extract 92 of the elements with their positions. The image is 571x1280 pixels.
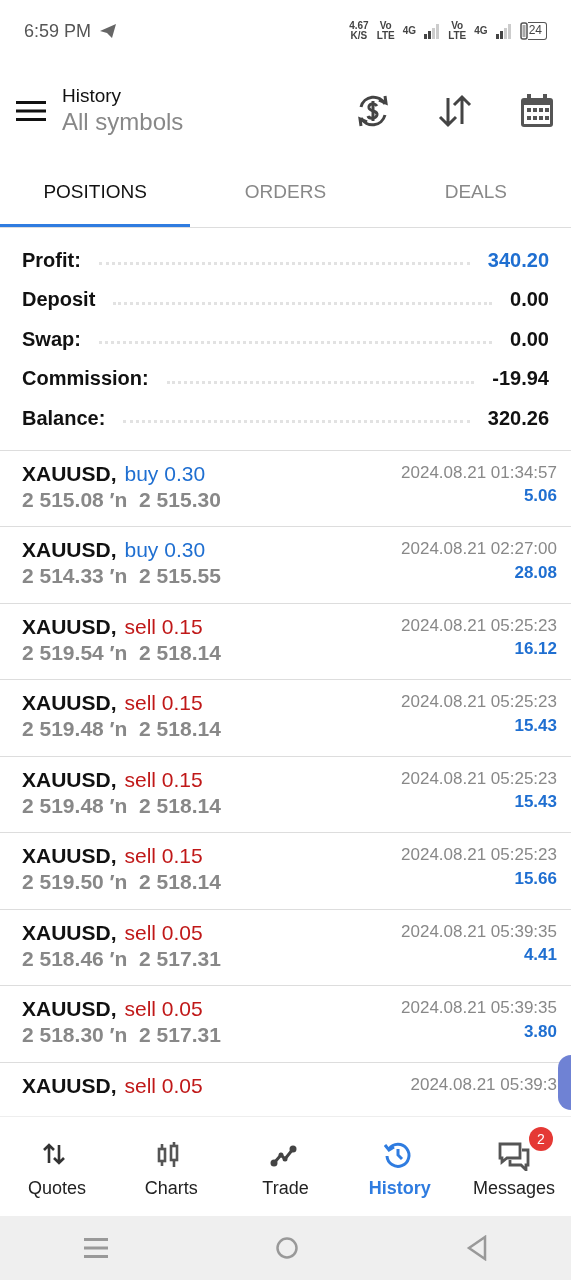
network-speed: 4.67 xyxy=(349,21,369,31)
tab[interactable]: POSITIONS xyxy=(0,160,191,227)
tab[interactable]: ORDERS xyxy=(190,160,381,227)
summary-label: Swap: xyxy=(22,326,81,352)
network-type: 4G xyxy=(474,26,488,36)
trade-type: sell 0.15 xyxy=(124,843,203,869)
trade-time: 2024.08.21 05:39:35 xyxy=(401,920,557,943)
network-type: 4G xyxy=(402,26,417,36)
price-range: 2 519.54 ′n 2 518.14 xyxy=(22,639,221,666)
nav-tab[interactable]: Trade xyxy=(228,1117,343,1216)
trade-time: 2024.08.21 01:34:57 xyxy=(401,461,557,484)
trade-type: sell 0.15 xyxy=(124,766,203,793)
symbol: XAUUSD, xyxy=(22,1072,117,1099)
volte-label: LTE xyxy=(448,31,467,41)
profit-value: 15.43 xyxy=(513,791,557,814)
symbol: XAUUSD, xyxy=(22,613,117,640)
notification-badge: 2 xyxy=(529,1127,553,1151)
summary-value: 0.00 xyxy=(510,287,549,313)
symbol: XAUUSD, xyxy=(22,690,117,716)
position-row[interactable]: XAUUSD, sell 0.15 2 519.50 ′n 2 518.14 2024.08.21 05:25:23 15.66 xyxy=(0,833,571,910)
position-row[interactable]: XAUUSD, sell 0.15 2 519.48 ′n 2 518.14 2024.08.21 05:25:23 15.43 xyxy=(0,756,571,833)
sort-icon[interactable] xyxy=(437,93,473,129)
battery-icon xyxy=(519,22,528,40)
send-icon xyxy=(99,23,118,39)
position-row[interactable]: XAUUSD, sell 0.15 2 519.48 ′n 2 518.14 2024.08.21 05:25:23 15.43 xyxy=(0,680,571,757)
symbol: XAUUSD, xyxy=(22,537,117,563)
trade-type: sell 0.15 xyxy=(124,613,203,640)
price-range: 2 514.33 ′n 2 515.55 xyxy=(22,563,221,590)
summary-label: Profit: xyxy=(22,247,81,273)
profit-value: 28.08 xyxy=(513,561,557,584)
trade-type: buy 0.30 xyxy=(124,537,206,563)
price-range: 2 518.30 ′n 2 517.31 xyxy=(22,1022,221,1049)
summary-value: 340.20 xyxy=(487,247,549,273)
position-row[interactable]: XAUUSD, sell 0.05 2 518.46 ′n 2 517.31 2024.08.21 05:39:35 4.41 xyxy=(0,909,571,986)
profit-value: 5.06 xyxy=(522,485,557,508)
summary-label: Deposit xyxy=(22,287,96,313)
symbol: XAUUSD, xyxy=(22,766,117,793)
symbol: XAUUSD, xyxy=(22,843,117,869)
trade-time: 2024.08.21 05:39:3 xyxy=(410,1073,557,1096)
position-row[interactable]: XAUUSD, buy 0.30 2 515.08 ′n 2 515.30 2024.08.21 01:34:57 5.06 xyxy=(0,450,571,527)
speed-unit: K/S xyxy=(349,31,369,41)
profit-value: 16.12 xyxy=(513,638,557,661)
volte-label: Vo xyxy=(378,21,393,31)
menu-icon[interactable] xyxy=(16,100,46,122)
price-range: 2 519.48 ′n 2 518.14 xyxy=(22,792,221,819)
symbol: XAUUSD, xyxy=(22,919,117,946)
nav-tab[interactable]: Charts xyxy=(114,1117,229,1216)
volte-label: LTE xyxy=(376,31,395,41)
summary-label: Commission: xyxy=(22,366,149,392)
trade-time: 2024.08.21 05:25:23 xyxy=(401,767,557,790)
signal-icon xyxy=(424,23,441,39)
nav-tab[interactable]: Messages 2 xyxy=(456,1117,571,1216)
quick-menu[interactable] xyxy=(558,1054,571,1110)
trade-type: sell 0.05 xyxy=(124,996,203,1022)
nav-tab[interactable]: History xyxy=(342,1117,457,1216)
volte-label: Vo xyxy=(450,21,465,31)
price-range: 2 518.46 ′n 2 517.31 xyxy=(22,945,221,972)
trade-type: sell 0.15 xyxy=(124,690,203,716)
summary-value: -19.94 xyxy=(492,366,549,392)
summary-label: Balance: xyxy=(22,405,106,431)
trade-time: 2024.08.21 05:39:35 xyxy=(401,997,557,1019)
summary-value: 0.00 xyxy=(510,326,549,352)
currency-exchange-icon[interactable] xyxy=(355,93,391,129)
battery-level: 24 xyxy=(527,22,547,40)
price-range: 2 515.08 ′n 2 515.30 xyxy=(22,486,221,513)
trade-time: 2024.08.21 05:25:23 xyxy=(401,614,557,637)
calendar-icon[interactable] xyxy=(519,93,555,129)
signal-icon xyxy=(495,23,512,39)
symbol-filter[interactable]: All symbols xyxy=(62,108,184,137)
profit-value: 15.43 xyxy=(513,714,557,737)
trade-time: 2024.08.21 05:25:23 xyxy=(401,844,557,866)
position-row[interactable]: XAUUSD, sell 0.05 2 518.30 ′n 2 517.31 2024.08.21 05:39:35 3.80 xyxy=(0,986,571,1063)
screen-title: History xyxy=(62,85,123,108)
price-range: 2 519.48 ′n 2 518.14 xyxy=(22,716,221,743)
price-range: 2 519.50 ′n 2 518.14 xyxy=(22,869,221,896)
summary-value: 320.26 xyxy=(487,405,549,431)
symbol: XAUUSD, xyxy=(22,996,117,1022)
profit-value: 3.80 xyxy=(522,1020,557,1043)
position-row[interactable]: XAUUSD, buy 0.30 2 514.33 ′n 2 515.55 2024.08.21 02:27:00 28.08 xyxy=(0,527,571,604)
trade-time: 2024.08.21 05:25:23 xyxy=(401,691,557,713)
profit-value: 15.66 xyxy=(513,867,557,890)
trade-type: sell 0.05 xyxy=(124,919,203,946)
trade-time: 2024.08.21 02:27:00 xyxy=(401,538,557,560)
profit-value: 4.41 xyxy=(522,944,557,967)
chat-bubbles-icon xyxy=(497,1141,530,1171)
position-row[interactable]: XAUUSD, sell 0.15 2 519.54 ′n 2 518.14 2024.08.21 05:25:23 16.12 xyxy=(0,603,571,680)
clock-time: 6:59 PM xyxy=(24,19,92,43)
tab[interactable]: DEALS xyxy=(380,160,571,227)
symbol: XAUUSD, xyxy=(22,460,117,487)
trade-type: buy 0.30 xyxy=(124,460,206,487)
trade-type: sell 0.05 xyxy=(124,1072,203,1099)
nav-tab[interactable]: Quotes xyxy=(0,1117,115,1216)
